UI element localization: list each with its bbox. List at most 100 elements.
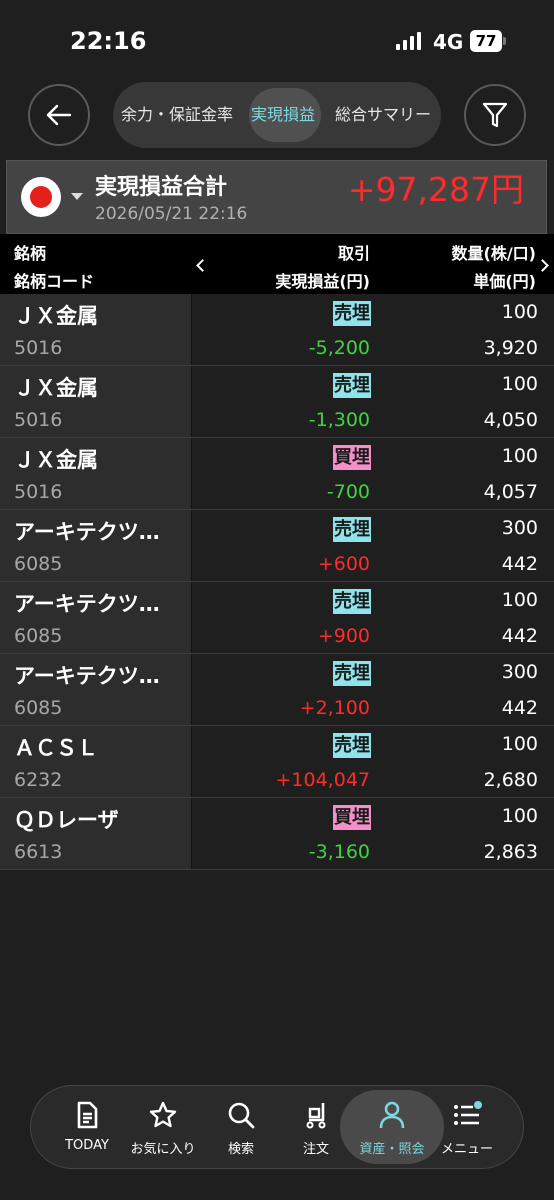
stock-name: ＪＸ金属 [14, 376, 98, 400]
nav-favorites[interactable]: お気に入り [123, 1086, 203, 1168]
unit-price: 442 [501, 697, 538, 719]
filter-icon [482, 102, 508, 128]
table-row[interactable]: アーキテクツ… 6085 売埋 +600 300 442 [0, 510, 554, 582]
row-name-cell: アーキテクツ… 6085 [0, 582, 192, 653]
col-pl: 実現損益(円) [275, 272, 370, 291]
nav-today[interactable]: TODAY [47, 1086, 127, 1168]
trade-badge: 売埋 [333, 589, 371, 614]
status-time: 22:16 [70, 27, 147, 55]
nav-search[interactable]: 検索 [201, 1086, 281, 1168]
chevron-right-icon[interactable] [536, 259, 549, 272]
row-name-cell: ＪＸ金属 5016 [0, 438, 192, 509]
realized-pl: -3,160 [308, 841, 370, 863]
summary-datetime: 2026/05/21 22:16 [95, 204, 248, 224]
row-name-cell: ＱＤレーザ 6613 [0, 798, 192, 869]
battery-icon: 77 [470, 30, 502, 52]
table-row[interactable]: ＪＸ金属 5016 売埋 -5,200 100 3,920 [0, 294, 554, 366]
stock-name: アーキテクツ… [14, 592, 160, 616]
back-button[interactable] [28, 84, 90, 146]
nav-assets[interactable]: 資産・照会 [352, 1086, 432, 1168]
tab-summary[interactable]: 総合サマリー [335, 82, 431, 148]
stock-name: アーキテクツ… [14, 520, 160, 544]
stock-name: アーキテクツ… [14, 664, 160, 688]
stock-code: 5016 [14, 481, 63, 503]
trade-badge: 売埋 [333, 373, 371, 398]
col-trade: 取引 [337, 244, 370, 263]
cart-icon [306, 1103, 326, 1129]
filter-button[interactable] [464, 84, 526, 146]
unit-price: 2,680 [483, 769, 538, 791]
quantity: 300 [501, 661, 538, 683]
quantity: 100 [501, 373, 538, 395]
stock-name: ＡＣＳＬ [14, 736, 98, 760]
nav-order[interactable]: 注文 [276, 1086, 356, 1168]
japan-flag-icon[interactable] [21, 177, 61, 217]
summary-card: 実現損益合計 2026/05/21 22:16 +97,287円 [6, 160, 547, 234]
column-header: 銘柄 銘柄コード 取引 実現損益(円) 数量(株/口) 単価(円) [0, 234, 554, 294]
row-name-cell: ＡＣＳＬ 6232 [0, 726, 192, 797]
summary-total: +97,287円 [347, 170, 524, 209]
table-row[interactable]: ＡＣＳＬ 6232 売埋 +104,047 100 2,680 [0, 726, 554, 798]
table-row[interactable]: アーキテクツ… 6085 売埋 +2,100 300 442 [0, 654, 554, 726]
col-price: 単価(円) [473, 272, 536, 291]
stock-code: 6232 [14, 769, 63, 791]
person-icon [379, 1101, 405, 1129]
quantity: 100 [501, 589, 538, 611]
unit-price: 4,050 [483, 409, 538, 431]
unit-price: 442 [501, 553, 538, 575]
network-type: 4G [433, 30, 464, 54]
chevron-left-icon[interactable] [196, 259, 209, 272]
table-row[interactable]: ＪＸ金属 5016 売埋 -1,300 100 4,050 [0, 366, 554, 438]
trade-badge: 売埋 [333, 301, 371, 326]
signal-icon [396, 32, 421, 50]
stock-code: 5016 [14, 409, 63, 431]
quantity: 100 [501, 733, 538, 755]
col-code: 銘柄コード [14, 272, 95, 291]
star-icon [149, 1101, 177, 1128]
quantity: 300 [501, 517, 538, 539]
quantity: 100 [501, 805, 538, 827]
row-name-cell: アーキテクツ… 6085 [0, 510, 192, 581]
stock-code: 6613 [14, 841, 63, 863]
unit-price: 2,863 [483, 841, 538, 863]
realized-pl: +600 [317, 553, 370, 575]
unit-price: 442 [501, 625, 538, 647]
unit-price: 4,057 [483, 481, 538, 503]
nav-label: 検索 [227, 1142, 254, 1157]
row-name-cell: ＪＸ金属 5016 [0, 294, 192, 365]
tab-margin[interactable]: 余力・保証金率 [121, 82, 233, 148]
trade-badge: 売埋 [333, 517, 371, 542]
unit-price: 3,920 [483, 337, 538, 359]
realized-pl: +900 [317, 625, 370, 647]
stock-code: 6085 [14, 697, 63, 719]
arrow-left-icon [46, 104, 72, 126]
realized-pl: +2,100 [299, 697, 370, 719]
trade-badge: 売埋 [333, 733, 371, 758]
document-icon [77, 1101, 98, 1129]
trade-badge: 買埋 [333, 445, 371, 470]
table-row[interactable]: ＪＸ金属 5016 買埋 -700 100 4,057 [0, 438, 554, 510]
bottom-nav: TODAY お気に入り 検索 注文 資産・照会 メニュー [30, 1085, 524, 1169]
summary-title: 実現損益合計 [95, 175, 228, 200]
col-name: 銘柄 [14, 244, 47, 263]
stock-name: ＪＸ金属 [14, 304, 98, 328]
stock-code: 6085 [14, 553, 63, 575]
nav-label: メニュー [440, 1142, 493, 1157]
realized-pl: -700 [326, 481, 370, 503]
table-row[interactable]: ＱＤレーザ 6613 買埋 -3,160 100 2,863 [0, 798, 554, 870]
nav-label: お気に入り [130, 1142, 196, 1157]
tab-realized-pl[interactable]: 実現損益 [251, 82, 315, 148]
nav-menu[interactable]: メニュー [427, 1086, 507, 1168]
status-bar: 22:16 4G 77 [0, 0, 554, 80]
realized-pl: -5,200 [308, 337, 370, 359]
row-name-cell: ＪＸ金属 5016 [0, 366, 192, 437]
search-icon [228, 1102, 255, 1129]
menu-icon [454, 1101, 482, 1125]
nav-label: TODAY [65, 1138, 109, 1153]
chevron-down-icon[interactable] [71, 193, 83, 200]
tab-bar: 余力・保証金率 実現損益 総合サマリー [113, 82, 441, 148]
stock-code: 5016 [14, 337, 63, 359]
col-qty: 数量(株/口) [451, 244, 536, 263]
realized-pl: +104,047 [275, 769, 371, 791]
table-row[interactable]: アーキテクツ… 6085 売埋 +900 100 442 [0, 582, 554, 654]
